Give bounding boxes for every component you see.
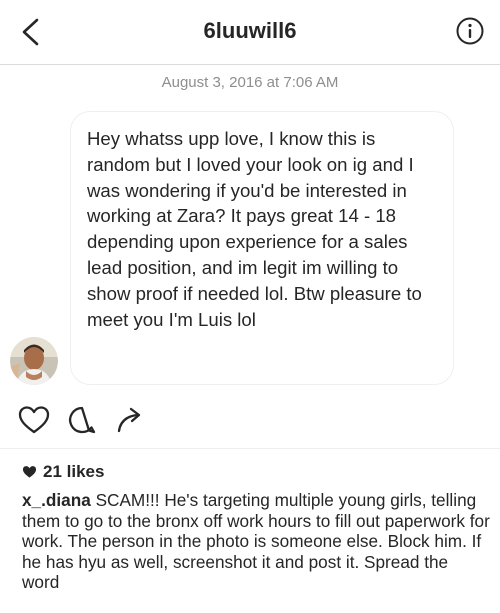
likes-text: 21 likes bbox=[43, 462, 105, 481]
message-timestamp: August 3, 2016 at 7:06 AM bbox=[161, 74, 339, 91]
like-button[interactable] bbox=[16, 402, 52, 438]
comment-button[interactable] bbox=[64, 402, 100, 438]
message-bubble[interactable]: Hey whatss upp love, I know this is rand… bbox=[70, 111, 454, 385]
info-button[interactable] bbox=[456, 17, 484, 45]
conversation-title[interactable]: 6luuwill6 bbox=[0, 18, 500, 44]
section-divider bbox=[0, 448, 500, 449]
message-text: Hey whatss upp love, I know this is rand… bbox=[87, 128, 422, 330]
post-actions bbox=[16, 402, 148, 438]
post-caption: x_.diana SCAM!!! He's targeting multiple… bbox=[22, 490, 490, 593]
avatar-image bbox=[10, 337, 58, 385]
comment-icon bbox=[69, 406, 96, 434]
share-button[interactable] bbox=[112, 402, 148, 438]
dm-header: 6luuwill6 bbox=[0, 0, 500, 65]
share-icon bbox=[117, 407, 141, 433]
heart-icon bbox=[18, 406, 50, 434]
avatar[interactable] bbox=[10, 337, 58, 385]
caption-text: SCAM!!! He's targeting multiple young gi… bbox=[22, 490, 490, 593]
caption-username[interactable]: x_.diana bbox=[22, 490, 91, 510]
heart-filled-icon bbox=[22, 466, 37, 478]
likes-count[interactable]: 21 likes bbox=[22, 462, 104, 482]
info-icon bbox=[456, 17, 484, 45]
